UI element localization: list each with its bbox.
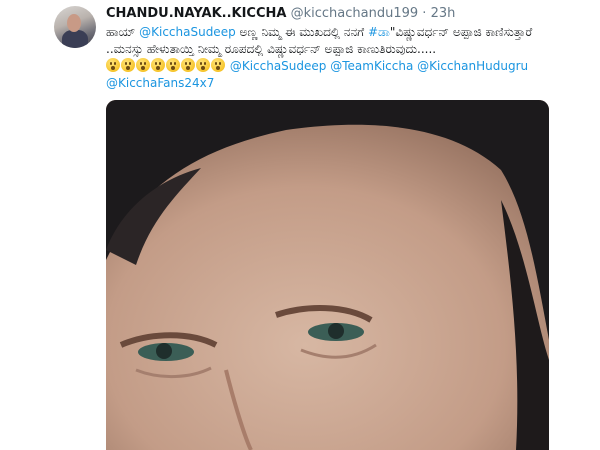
avatar[interactable]: [54, 6, 96, 48]
text-segment: ಹಾಯ್: [106, 25, 140, 39]
hushed-face-emoji: [136, 58, 150, 72]
tweet-header: CHANDU.NAYAK..KICCHA @kicchachandu199 · …: [106, 6, 455, 22]
tweet-line-2: ..ಮನಸ್ಸು ಹೇಳುತಾಯ್ತಿ ನೀಮ್ಮ ರೂಪದಲ್ಲಿ ವಿಷ್ಣ…: [106, 42, 437, 56]
hushed-face-emoji: [181, 58, 195, 72]
avatar-face: [67, 14, 81, 32]
mention-link[interactable]: @TeamKiccha: [330, 59, 413, 73]
hushed-face-emoji: [121, 58, 135, 72]
tweet-card: CHANDU.NAYAK..KICCHA @kicchachandu199 · …: [0, 0, 600, 450]
portrait-image: [106, 100, 549, 450]
mention-link[interactable]: @KicchaSudeep: [139, 25, 236, 39]
tweet-line-4: @KicchaFans24x7: [106, 75, 576, 92]
mention-link[interactable]: @KicchanHudugru: [417, 59, 528, 73]
hashtag-link[interactable]: #ಡಾ: [368, 25, 390, 39]
emoji-row: [106, 58, 226, 73]
tweet-photo[interactable]: [106, 100, 549, 450]
hushed-face-emoji: [151, 58, 165, 72]
tweet-line-3: @KicchaSudeep @TeamKiccha @KicchanHudugr…: [106, 58, 576, 75]
hushed-face-emoji: [166, 58, 180, 72]
avatar-body: [62, 30, 88, 48]
user-handle[interactable]: @kicchachandu199: [291, 6, 419, 21]
header-separator: ·: [422, 6, 427, 21]
text-segment: ಅಣ್ಣ ನಿಮ್ಮ ಈ ಮುಖದಲ್ಲಿ ನನಗೆ: [235, 25, 368, 39]
tweet-line-1: ಹಾಯ್ @KicchaSudeep ಅಣ್ಣ ನಿಮ್ಮ ಈ ಮುಖದಲ್ಲಿ…: [106, 24, 576, 41]
mention-link[interactable]: @KicchaFans24x7: [106, 76, 214, 90]
timestamp[interactable]: 23h: [431, 6, 456, 21]
text-segment: "ವಿಷ್ಣುವರ್ಧನ್ ಅಪ್ಪಾಜಿ ಕಾಣಿಸುತ್ತಾರೆ: [389, 25, 533, 39]
hushed-face-emoji: [196, 58, 210, 72]
display-name[interactable]: CHANDU.NAYAK..KICCHA: [106, 6, 286, 21]
tweet-text: ಹಾಯ್ @KicchaSudeep ಅಣ್ಣ ನಿಮ್ಮ ಈ ಮುಖದಲ್ಲಿ…: [106, 24, 576, 92]
mention-link[interactable]: @KicchaSudeep: [230, 59, 327, 73]
hushed-face-emoji: [106, 58, 120, 72]
hushed-face-emoji: [211, 58, 225, 72]
